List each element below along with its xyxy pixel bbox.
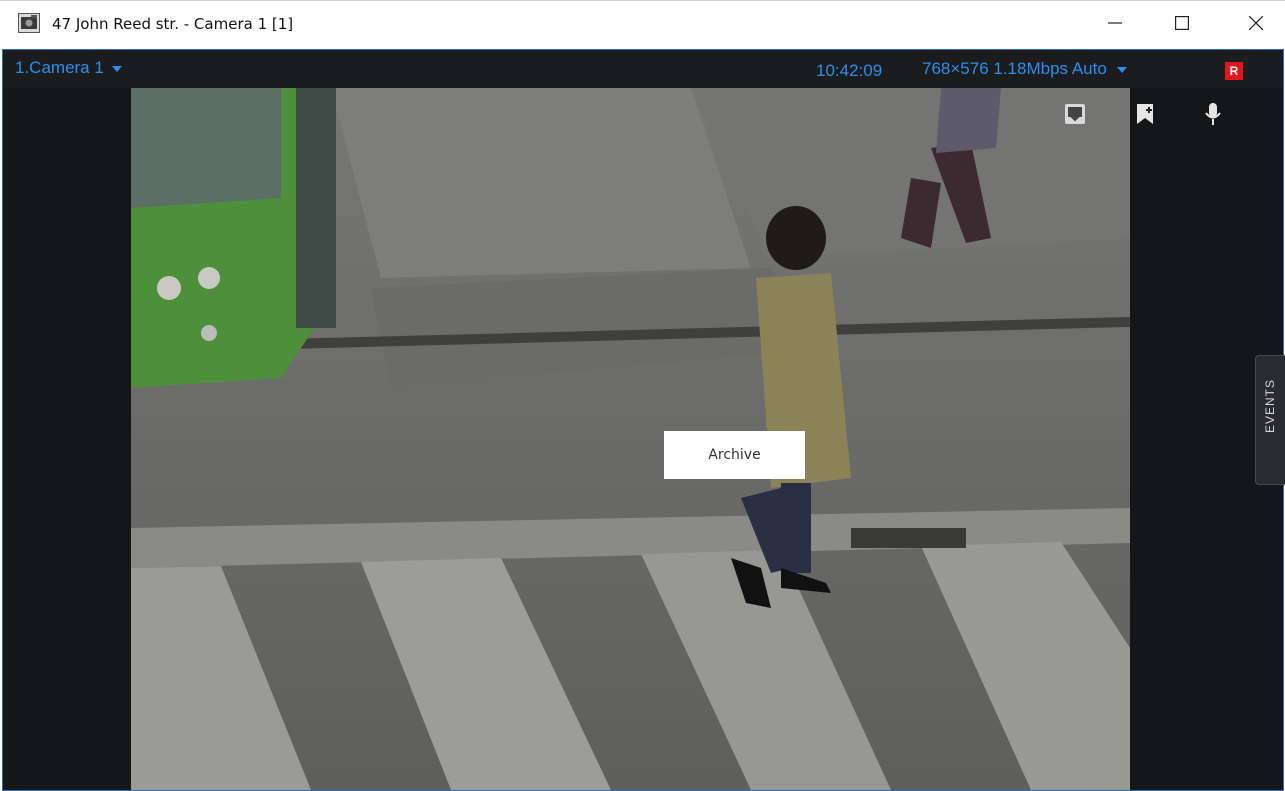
- video-frame[interactable]: [131, 88, 1130, 790]
- maximize-button[interactable]: [1160, 7, 1204, 43]
- stream-selector[interactable]: 768×576 1.18Mbps Auto: [922, 59, 1127, 79]
- letterbox-left: [3, 88, 131, 790]
- stream-info: 768×576 1.18Mbps Auto: [922, 59, 1107, 78]
- snapshot-icon[interactable]: [1063, 102, 1087, 126]
- camera-window: 47 John Reed str. - Camera 1 [1] 1.Camer…: [0, 0, 1285, 791]
- street-scene-image: [131, 88, 1130, 790]
- minimize-icon: [1108, 16, 1122, 35]
- camera-time: 10:42:09: [816, 61, 883, 80]
- maximize-icon: [1175, 15, 1190, 35]
- events-tab-label: EVENTS: [1263, 379, 1277, 433]
- close-button[interactable]: [1234, 7, 1278, 43]
- camera-selector[interactable]: 1.Camera 1: [15, 58, 122, 78]
- camera-window-icon: [18, 13, 40, 33]
- camera-name: 1.Camera 1: [15, 58, 104, 77]
- microphone-icon[interactable]: [1201, 102, 1225, 126]
- minimize-button[interactable]: [1093, 7, 1137, 43]
- close-icon: [1248, 15, 1264, 35]
- chevron-down-icon: [111, 65, 122, 72]
- chevron-down-icon: [1116, 66, 1127, 73]
- camera-header: 1.Camera 1 10:42:09 768×576 1.18Mbps Aut…: [3, 50, 1283, 88]
- recording-badge[interactable]: R: [1225, 62, 1243, 80]
- bookmark-icon[interactable]: [1133, 102, 1157, 126]
- archive-button[interactable]: Archive: [664, 431, 805, 479]
- title-bar: 47 John Reed str. - Camera 1 [1]: [0, 0, 1285, 48]
- window-title: 47 John Reed str. - Camera 1 [1]: [52, 15, 294, 33]
- camera-viewport[interactable]: 1.Camera 1 10:42:09 768×576 1.18Mbps Aut…: [2, 49, 1284, 791]
